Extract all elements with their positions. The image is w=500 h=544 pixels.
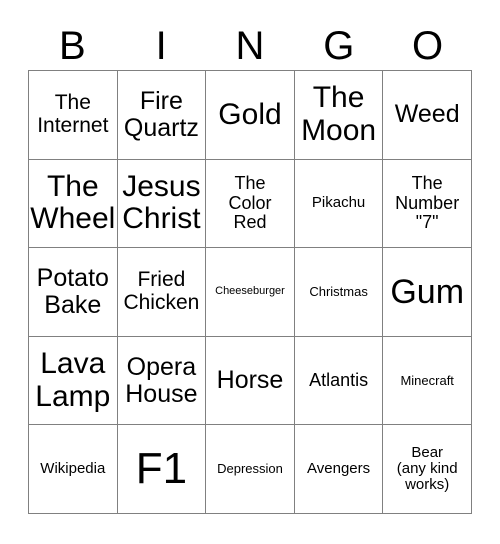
bingo-cell-o3[interactable]: Gum [383,248,472,337]
bingo-cell-n2[interactable]: The Color Red [206,159,295,249]
bingo-cell-n5[interactable]: Depression [206,425,295,514]
bingo-cell-label: Atlantis [309,369,369,390]
bingo-cell-i1[interactable]: Fire Quartz [117,71,207,160]
bingo-cell-label: The Color Red [228,173,272,233]
bingo-cell-label: Fried Chicken [123,268,200,314]
bingo-cell-o5[interactable]: Bear (any kind works) [383,425,472,514]
bingo-cell-i3[interactable]: Fried Chicken [117,248,207,337]
bingo-cell-g5[interactable]: Avengers [294,425,384,514]
bingo-cell-g4[interactable]: Atlantis [294,336,384,426]
bingo-cell-label: Jesus Christ [122,170,201,236]
bingo-cell-label: Avengers [307,460,371,478]
bingo-cell-g3[interactable]: Christmas [294,248,384,337]
bingo-card: B I N G O The Internet Fire Quartz Gold … [0,0,500,544]
header-letter-b: B [59,24,86,68]
bingo-cell-b2[interactable]: The Wheel [29,159,118,249]
bingo-cell-label: Weed [394,100,460,129]
bingo-cell-label: The Moon [301,81,377,147]
bingo-cell-label: The Number "7" [395,173,460,233]
bingo-cell-label: Minecraft [400,372,454,388]
bingo-cell-label: Horse [216,366,284,395]
header-letter-o: O [412,24,444,68]
bingo-cell-n4[interactable]: Horse [206,336,295,426]
bingo-cell-label: F1 [135,444,188,494]
bingo-header-row: B I N G O [28,22,472,70]
bingo-cell-b5[interactable]: Wikipedia [29,425,118,514]
bingo-grid: The Internet Fire Quartz Gold The Moon W… [28,70,472,514]
bingo-cell-label: Wikipedia [40,460,106,478]
bingo-cell-label: Lava Lamp [35,347,111,413]
bingo-cell-b4[interactable]: Lava Lamp [29,336,118,426]
bingo-cell-label: Fire Quartz [123,86,199,142]
bingo-cell-label: Potato Bake [36,263,109,319]
bingo-cell-label: Gum [390,272,465,311]
bingo-cell-o4[interactable]: Minecraft [383,336,472,426]
bingo-cell-label: Cheeseburger [215,285,285,298]
bingo-cell-label: Bear (any kind works) [396,443,458,494]
bingo-cell-o2[interactable]: The Number "7" [383,159,472,249]
header-letter-n: N [235,24,265,68]
bingo-cell-b3[interactable]: Potato Bake [29,248,118,337]
bingo-cell-g1[interactable]: The Moon [294,71,384,160]
bingo-cell-n3[interactable]: Cheeseburger [206,248,295,337]
bingo-cell-label: Depression [217,461,283,477]
bingo-cell-b1[interactable]: The Internet [29,71,118,160]
bingo-cell-label: Opera House [125,352,198,408]
bingo-cell-label: The Wheel [30,170,116,236]
bingo-cell-o1[interactable]: Weed [383,71,472,160]
bingo-cell-label: Christmas [309,283,368,299]
bingo-cell-g2[interactable]: Pikachu [294,159,384,249]
bingo-cell-label: Pikachu [311,194,366,212]
bingo-cell-i2[interactable]: Jesus Christ [117,159,207,249]
header-letter-i: I [155,24,167,68]
bingo-cell-i5[interactable]: F1 [117,425,207,514]
bingo-cell-n1[interactable]: Gold [206,71,295,160]
bingo-cell-i4[interactable]: Opera House [117,336,207,426]
bingo-cell-label: The Internet [37,91,109,137]
bingo-cell-label: Gold [218,97,282,131]
header-letter-g: G [323,24,355,68]
